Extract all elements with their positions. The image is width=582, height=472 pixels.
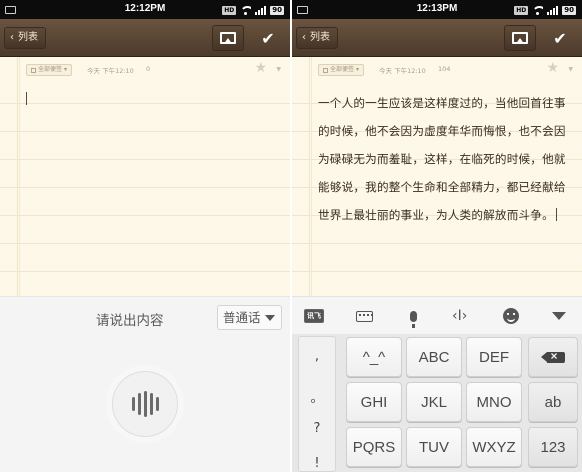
- keyboard-icon: [356, 310, 373, 322]
- symbol-key[interactable]: ,: [299, 349, 335, 364]
- note-timestamp: 今天 下午12:10: [87, 67, 134, 75]
- chevron-down-icon: ▾: [64, 66, 68, 73]
- ime-logo-button[interactable]: 讯飞: [304, 307, 324, 325]
- key-pqrs[interactable]: PQRS: [346, 427, 402, 467]
- image-icon: [512, 32, 528, 44]
- back-to-list-button[interactable]: ‹ 列表: [4, 27, 46, 49]
- voice-wave-icon: [155, 397, 159, 411]
- note-toolbar: ‹ 列表 ✔: [292, 19, 582, 57]
- chevron-down-icon[interactable]: ▼: [568, 66, 573, 73]
- symbol-key[interactable]: ?: [299, 421, 335, 436]
- checkmark-icon: ✔: [261, 28, 275, 48]
- folder-icon: [31, 67, 36, 73]
- key-abc[interactable]: ABC: [406, 337, 462, 377]
- chevron-left-icon: ‹: [302, 32, 306, 43]
- key-ghi[interactable]: GHI: [346, 382, 402, 422]
- voice-wave-icon: [149, 393, 153, 415]
- star-icon[interactable]: ★: [546, 60, 559, 76]
- network-badge: HD: [514, 6, 529, 15]
- voice-wave-icon: [143, 391, 147, 417]
- status-bar: 12:13PM HD 90: [292, 0, 582, 19]
- note-body[interactable]: 一个人的一生应该是这样度过的，当他回首往事的时候，他不会因为虚度年华而悔恨，也不…: [318, 89, 572, 229]
- voice-wave-icon: [137, 393, 141, 415]
- hide-keyboard-icon: [552, 312, 566, 320]
- symbol-key[interactable]: 。: [299, 387, 335, 406]
- key-mno[interactable]: MNO: [466, 382, 522, 422]
- emoji-icon: [503, 308, 519, 324]
- voice-wave-icon: [131, 397, 135, 411]
- back-button-label: 列表: [310, 32, 330, 43]
- char-count: 104: [438, 65, 451, 73]
- signal-icon: [255, 6, 267, 15]
- cursor-move-icon: ‹I›: [452, 308, 468, 324]
- voice-record-button[interactable]: [112, 371, 178, 437]
- done-button[interactable]: ✔: [544, 25, 576, 51]
- backspace-key[interactable]: [528, 337, 578, 377]
- done-button[interactable]: ✔: [252, 25, 284, 51]
- back-button-label: 列表: [18, 32, 38, 43]
- number-switch-key[interactable]: 123: [528, 427, 578, 467]
- note-timestamp: 今天 下午12:10: [379, 67, 426, 75]
- folder-selector[interactable]: 全部便签 ▾: [318, 64, 365, 76]
- folder-icon: [323, 67, 328, 73]
- chevron-down-icon: ▾: [356, 66, 360, 73]
- status-bar: 12:12PM HD 90: [0, 0, 290, 19]
- key-jkl[interactable]: JKL: [406, 382, 462, 422]
- key-tuv[interactable]: TUV: [406, 427, 462, 467]
- text-cursor: [26, 92, 27, 105]
- keyboard: , 。 ? ! ^_^ ABC DEF GHI JKL MNO ab PQRS …: [292, 334, 582, 472]
- status-indicators: HD 90: [514, 4, 576, 15]
- battery-level: 90: [562, 6, 576, 15]
- keyboard-switch-button[interactable]: [356, 307, 373, 325]
- star-icon[interactable]: ★: [254, 60, 267, 76]
- insert-image-button[interactable]: [504, 25, 536, 51]
- cursor-move-button[interactable]: ‹I›: [452, 307, 467, 325]
- text-cursor: [555, 208, 557, 221]
- microphone-icon: [410, 310, 417, 328]
- chevron-left-icon: ‹: [10, 32, 14, 43]
- insert-image-button[interactable]: [212, 25, 244, 51]
- key-def[interactable]: DEF: [466, 337, 522, 377]
- signal-icon: [547, 6, 559, 15]
- voice-prompt: 请说出内容: [96, 313, 164, 329]
- status-indicators: HD 90: [222, 4, 284, 15]
- key-emoticon[interactable]: ^_^: [346, 337, 402, 377]
- voice-input-panel: 请说出内容 普通话: [0, 296, 290, 472]
- battery-level: 90: [270, 6, 284, 15]
- folder-selector[interactable]: 全部便签 ▾: [26, 64, 73, 76]
- dropdown-arrow-icon: [265, 315, 275, 321]
- wifi-icon: [240, 6, 252, 15]
- folder-label: 全部便签: [38, 66, 63, 73]
- note-meta: 全部便签 ▾ 今天 下午12:10 0 ★ ▼: [0, 57, 290, 83]
- key-wxyz[interactable]: WXYZ: [466, 427, 522, 467]
- left-screen: 12:12PM HD 90 ‹ 列表 ✔ 全部便签 ▾ 今天 下午12:10 0…: [0, 0, 290, 472]
- wifi-icon: [532, 6, 544, 15]
- note-body-text: 一个人的一生应该是这样度过的，当他回首往事的时候，他不会因为虚度年华而悔恨，也不…: [318, 96, 566, 222]
- char-count: 0: [146, 65, 151, 73]
- keyboard-toolbar: 讯飞 ‹I›: [292, 296, 582, 334]
- emoji-button[interactable]: [503, 307, 519, 325]
- language-select[interactable]: 普通话: [217, 305, 282, 330]
- folder-label: 全部便签: [330, 66, 355, 73]
- note-meta: 全部便签 ▾ 今天 下午12:10 104 ★ ▼: [292, 57, 582, 83]
- note-toolbar: ‹ 列表 ✔: [0, 19, 290, 57]
- symbol-column[interactable]: , 。 ? !: [298, 336, 336, 472]
- voice-input-button[interactable]: [410, 307, 417, 328]
- hide-keyboard-button[interactable]: [552, 307, 566, 325]
- symbol-key[interactable]: !: [299, 456, 335, 471]
- image-icon: [220, 32, 236, 44]
- backspace-icon: [540, 349, 565, 363]
- chevron-down-icon[interactable]: ▼: [276, 66, 281, 73]
- language-value: 普通话: [223, 310, 261, 325]
- back-to-list-button[interactable]: ‹ 列表: [296, 27, 338, 49]
- checkmark-icon: ✔: [553, 28, 567, 48]
- case-switch-key[interactable]: ab: [528, 382, 578, 422]
- right-screen: 12:13PM HD 90 ‹ 列表 ✔ 全部便签 ▾ 今天 下午12:10 1…: [292, 0, 582, 472]
- network-badge: HD: [222, 6, 237, 15]
- ime-logo: 讯飞: [304, 309, 324, 323]
